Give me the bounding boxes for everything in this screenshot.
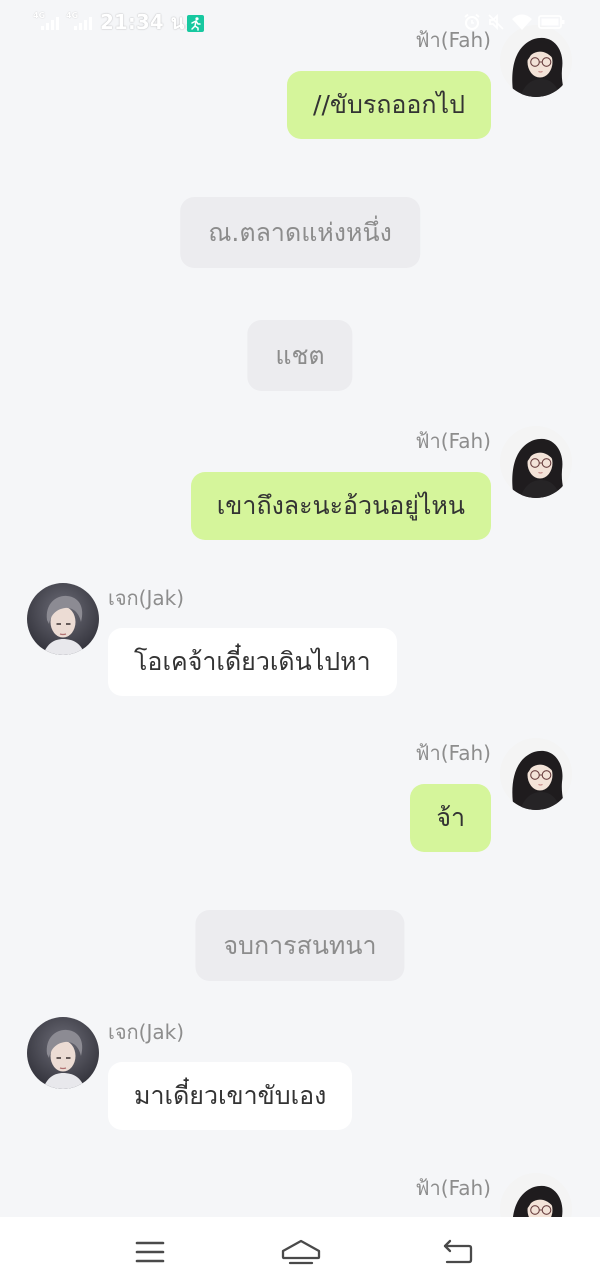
sender-name: เจก(Jak) <box>108 1020 185 1044</box>
home-button[interactable] <box>261 1217 341 1287</box>
alarm-icon <box>463 13 481 33</box>
message-row-outgoing: ฟ้า(Fah) เขาถึงละนะอ้วนอยู่ไหน <box>0 426 600 546</box>
home-icon <box>281 1239 321 1265</box>
battery-icon <box>538 13 566 33</box>
outgoing-message-bubble: จ้า <box>410 784 491 852</box>
app-notification-icon <box>187 15 204 32</box>
message-row-incoming: เจก(Jak) มาเดี๋ยวเขาขับเอง <box>0 1017 600 1137</box>
menu-icon <box>135 1241 165 1263</box>
status-time: 21:34 น. <box>100 10 192 34</box>
sender-name: เจก(Jak) <box>108 586 185 610</box>
system-mode-label: แชต <box>247 320 353 391</box>
status-bar: 4G 4G 21:34 น. <box>0 0 600 46</box>
sender-name: ฟ้า(Fah) <box>415 1176 491 1200</box>
system-end-label: จบการสนทนา <box>195 910 405 981</box>
jak-avatar[interactable] <box>27 583 99 655</box>
system-scene-label: ณ.ตลาดแห่งหนึ่ง <box>180 197 420 268</box>
message-row-outgoing: ฟ้า(Fah) จ้า <box>0 738 600 858</box>
incoming-message-bubble: โอเคจ้าเดี๋ยวเดินไปหา <box>108 628 397 696</box>
jak-avatar[interactable] <box>27 1017 99 1089</box>
fah-avatar[interactable] <box>500 738 572 810</box>
back-button[interactable] <box>418 1217 498 1287</box>
sender-name: ฟ้า(Fah) <box>415 741 491 765</box>
outgoing-message-bubble: //ขับรถออกไป <box>287 71 491 139</box>
signal-bars-icon <box>41 17 59 30</box>
incoming-message-bubble: มาเดี๋ยวเขาขับเอง <box>108 1062 353 1130</box>
message-row-incoming: เจก(Jak) โอเคจ้าเดี๋ยวเดินไปหา <box>0 583 600 703</box>
outgoing-message-bubble: เขาถึงละนะอ้วนอยู่ไหน <box>190 472 491 540</box>
signal-icon: 4G <box>33 11 63 32</box>
menu-button[interactable] <box>110 1217 190 1287</box>
system-nav-bar <box>0 1217 600 1287</box>
sender-name: ฟ้า(Fah) <box>415 429 491 453</box>
signal-bars-icon <box>74 17 92 30</box>
mute-icon <box>487 13 505 33</box>
back-icon <box>443 1239 473 1264</box>
wifi-icon <box>511 13 533 33</box>
signal-icon: 4G <box>66 11 96 32</box>
fah-avatar[interactable] <box>500 426 572 498</box>
